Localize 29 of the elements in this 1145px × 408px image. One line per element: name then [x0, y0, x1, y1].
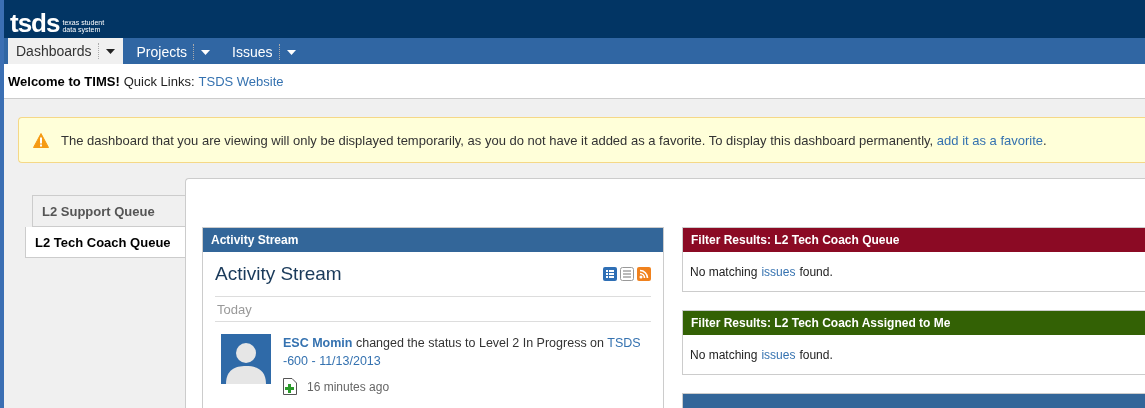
dashboard-tab[interactable]: L2 Support Queue — [32, 195, 185, 227]
warning-icon — [33, 132, 49, 148]
activity-entry: ESC Momin changed the status to Level 2 In Progress on TSDS -600 - 11/13/2013 — [283, 335, 642, 370]
gadget-header: Filter Results: L2 Tech Coach Assigned to Me — [683, 311, 1145, 335]
day-label: Today — [215, 297, 651, 322]
gadget-header: Filter Results: L2 Tech Coach Queue — [683, 228, 1145, 252]
caret-icon[interactable] — [105, 48, 115, 54]
nav-tab[interactable]: Projects — [128, 40, 219, 64]
tsds-website-link[interactable]: TSDS Website — [198, 73, 284, 89]
logo-text[interactable]: tsds — [10, 10, 60, 36]
welcome-text: Welcome to TIMS! — [8, 73, 120, 89]
timestamp: 16 minutes ago — [307, 379, 390, 394]
nav-tab[interactable]: Issues — [224, 40, 304, 64]
add-document-icon — [283, 378, 297, 395]
add-favorite-link[interactable]: add it as a favorite — [936, 132, 1044, 148]
rss-icon[interactable] — [637, 267, 651, 281]
avatar-icon — [221, 334, 271, 384]
list-view-icon[interactable] — [620, 267, 634, 281]
issues-link[interactable]: issues — [761, 347, 796, 362]
gadget-header: Activity Stream — [203, 228, 663, 252]
nav-tab[interactable]: Dashboards — [8, 38, 123, 64]
filter-message: No matching issues found. — [689, 346, 834, 364]
dashboard-tab[interactable]: L2 Tech Coach Queue — [25, 227, 185, 258]
activity-title: Activity Stream — [215, 263, 342, 285]
list-view-icon[interactable] — [603, 267, 617, 281]
quick-links-label: Quick Links: — [123, 73, 195, 89]
filter-message: No matching issues found. — [689, 263, 834, 281]
issues-link[interactable]: issues — [761, 264, 796, 279]
warning-message: The dashboard that you are viewing will only be displayed temporarily, as you do not have it added as a favorite. To display this dashboard permanently, add it as a favorite. — [61, 132, 1047, 148]
